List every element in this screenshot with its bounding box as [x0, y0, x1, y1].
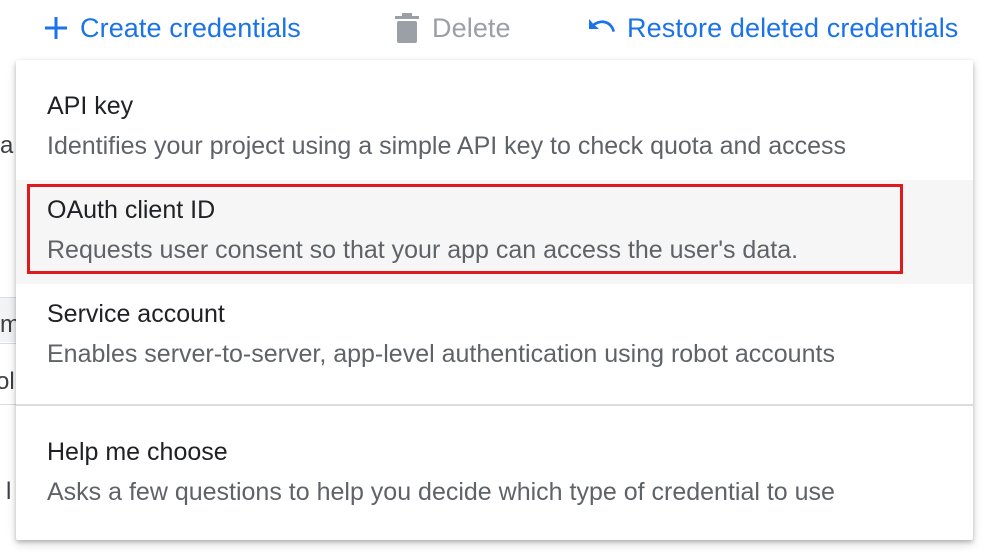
- menu-item-api-key[interactable]: API key Identifies your project using a …: [16, 76, 973, 180]
- menu-item-description: Requests user consent so that your app c…: [47, 236, 799, 264]
- menu-item-title: API key: [47, 92, 134, 120]
- background-text-fragment: a: [0, 132, 14, 159]
- menu-item-oauth-client-id[interactable]: OAuth client ID Requests user consent so…: [16, 180, 973, 284]
- delete-label: Delete: [432, 12, 511, 43]
- menu-item-title: Help me choose: [47, 438, 228, 466]
- restore-deleted-credentials-button[interactable]: Restore deleted credentials: [585, 8, 958, 48]
- menu-item-title: Service account: [47, 300, 225, 328]
- page: Create credentials Delete Restore delete…: [0, 0, 990, 554]
- create-credentials-menu: API key Identifies your project using a …: [16, 60, 973, 540]
- menu-item-title: OAuth client ID: [47, 196, 216, 224]
- create-credentials-label: Create credentials: [80, 12, 301, 43]
- background-divider: [0, 404, 16, 405]
- delete-button[interactable]: Delete: [394, 8, 511, 48]
- menu-item-description: Enables server-to-server, app-level auth…: [47, 340, 835, 368]
- menu-item-description: Asks a few questions to help you decide …: [47, 478, 835, 506]
- undo-icon: [585, 17, 615, 39]
- background-text-fragment: l: [6, 478, 12, 505]
- restore-deleted-credentials-label: Restore deleted credentials: [627, 12, 959, 43]
- menu-item-service-account[interactable]: Service account Enables server-to-server…: [16, 284, 973, 388]
- plus-icon: [44, 16, 68, 40]
- background-divider: [0, 343, 16, 344]
- credentials-toolbar: Create credentials Delete Restore delete…: [0, 0, 990, 58]
- menu-item-description: Identifies your project using a simple A…: [47, 132, 847, 160]
- background-divider: [0, 297, 16, 298]
- create-credentials-button[interactable]: Create credentials: [44, 8, 301, 48]
- menu-item-help-me-choose[interactable]: Help me choose Asks a few questions to h…: [16, 422, 973, 526]
- background-text-fragment: ol: [0, 368, 15, 395]
- menu-divider: [16, 404, 973, 406]
- trash-icon: [394, 13, 420, 43]
